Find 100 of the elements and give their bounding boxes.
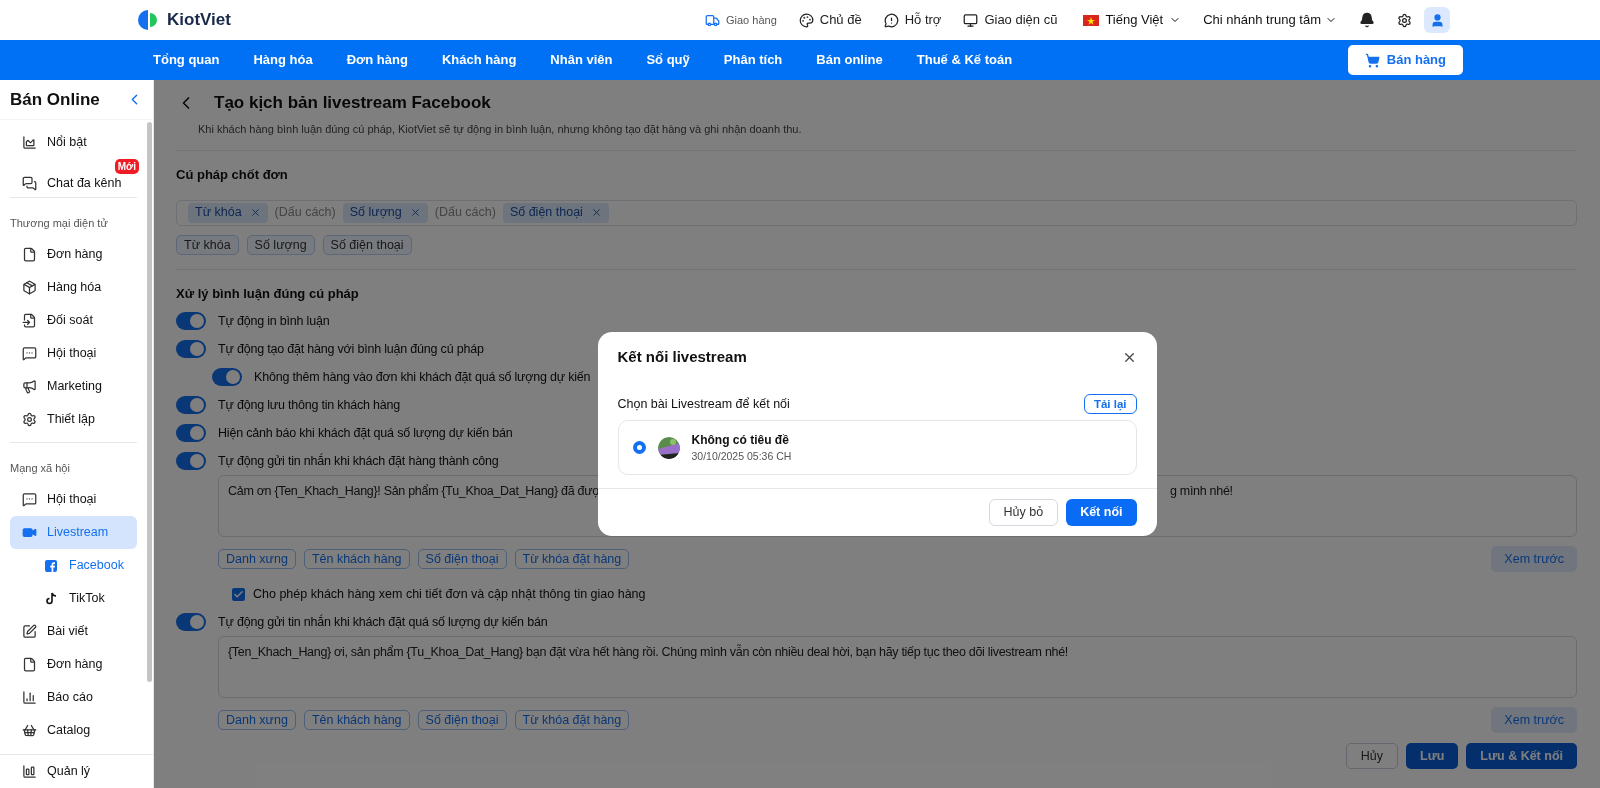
sidebar-item[interactable]: Nổi bật (10, 126, 137, 159)
nav-item[interactable]: Đơn hàng (346, 50, 408, 70)
nav-item[interactable]: Sổ quỹ (646, 50, 690, 70)
sidebar-item[interactable]: Thiết lập (10, 403, 137, 436)
setting-label: Tự động in bình luận (218, 312, 330, 330)
footer-button[interactable]: Lưu & Kết nối (1466, 743, 1577, 769)
reload-button[interactable]: Tải lại (1083, 394, 1137, 415)
sidebar-title: Bán Online (10, 88, 100, 111)
sidebar-item[interactable]: Đơn hàng (10, 238, 137, 271)
sidebar-item[interactable]: Hội thoại (10, 337, 137, 370)
remove-icon[interactable] (409, 207, 421, 218)
toggle-switch[interactable] (176, 312, 206, 330)
nav-item[interactable]: Tổng quan (153, 50, 220, 70)
sidebar-subitem[interactable]: TikTok (10, 582, 137, 615)
header-link[interactable]: Giao diện cũ (963, 10, 1058, 30)
message-text: g mình nhé! (1170, 483, 1233, 500)
syntax-token: Từ khóa (195, 204, 242, 222)
toggle-switch[interactable] (176, 424, 206, 442)
toggle-switch[interactable] (176, 396, 206, 414)
chat-icon (22, 175, 37, 191)
monitor-icon (963, 12, 979, 28)
branch-select[interactable]: Chi nhánh trung tâm (1203, 10, 1337, 30)
music-note-icon (45, 592, 57, 605)
sidebar-item[interactable]: Chat đa kênh (10, 171, 137, 195)
suggestion-chip[interactable]: Từ khóa (176, 234, 239, 255)
remove-icon[interactable] (249, 207, 261, 218)
livestream-option[interactable]: Không có tiêu đề 30/10/2025 05:36 CH (617, 420, 1137, 476)
variable-chip[interactable]: Số điện thoại (417, 710, 507, 730)
syntax-token: Số điện thoại (509, 204, 583, 222)
toggle-switch[interactable] (176, 613, 206, 631)
avatar-icon[interactable] (1424, 7, 1450, 33)
header-link[interactable]: Hỗ trợ (883, 10, 942, 30)
sidebar-item[interactable]: Catalog (10, 714, 137, 747)
sidebar-section-heading: Mạng xã hội (10, 462, 70, 474)
sidebar-item[interactable]: Báo cáo (10, 681, 137, 714)
nav-item[interactable]: Hàng hóa (253, 50, 313, 70)
setting-label: Tự động lưu thông tin khách hàng (218, 396, 400, 414)
logo-text[interactable]: KiotViet (167, 7, 231, 33)
nav-item[interactable]: Phân tích (723, 50, 783, 70)
setting-label: Tự động gửi tin nhắn khi khách đặt hàng thành công (218, 452, 499, 470)
checkbox[interactable] (232, 587, 245, 601)
notification-icon[interactable] (1359, 12, 1375, 28)
settings-icon (22, 412, 37, 427)
nav-item[interactable]: Nhân viên (550, 50, 613, 70)
nav-item[interactable]: Thuế & Kế toán (916, 50, 1013, 70)
scrollbar[interactable] (147, 122, 152, 682)
suggestion-chip[interactable]: Số điện thoại (322, 234, 412, 255)
toggle-switch[interactable] (212, 368, 242, 386)
palette-icon (798, 12, 814, 28)
language-select[interactable]: Tiếng Việt (1083, 10, 1182, 30)
help-icon (883, 12, 899, 28)
variable-chip[interactable]: Tên khách hàng (303, 549, 410, 569)
sidebar-item[interactable]: Đối soát (10, 304, 137, 337)
header-link[interactable]: Giao hàng (705, 11, 777, 29)
remove-icon[interactable] (590, 207, 602, 218)
sell-button[interactable]: Bán hàng (1347, 45, 1463, 75)
modal-title: Kết nối livestream (617, 346, 747, 367)
syntax-token: Số lượng (349, 204, 402, 222)
modal-prompt: Chọn bài Livestream để kết nối (617, 395, 790, 413)
new-badge: Mới (114, 159, 139, 174)
nav-item[interactable]: Bán online (816, 50, 883, 70)
variable-chip[interactable]: Từ khóa đặt hàng (514, 549, 630, 569)
sidebar-item[interactable]: Livestream (10, 516, 137, 549)
sidebar-item[interactable]: Hàng hóa (10, 271, 137, 304)
nav-item[interactable]: Khách hàng (441, 50, 517, 70)
sidebar-item[interactable]: Hội thoại (10, 483, 137, 516)
sidebar-item[interactable]: Quản lý (47, 762, 91, 781)
document-icon (22, 657, 37, 672)
footer-button[interactable]: Hủy (1345, 743, 1398, 769)
truck-icon (705, 12, 720, 28)
sidebar-item[interactable]: Marketing (10, 370, 137, 403)
variable-chip[interactable]: Từ khóa đặt hàng (514, 710, 630, 730)
toggle-switch[interactable] (176, 452, 206, 470)
description: Khi khách hàng bình luận đúng cú pháp, KiotViet sẽ tự động in bình luận, nhưng không tạo đặt hàng và ghi nhận doanh thu. (197, 122, 803, 136)
message-field[interactable]: {Ten_Khach_Hang} ơi, sản phẩm {Tu_Khoa_Dat_Hang} bạn đặt vừa hết hàng rồi. Chúng mình vẫn còn nhiều deal hời, bạn hãy tiếp tục theo dõi livestream nhé! (218, 636, 1577, 698)
suggestion-chip[interactable]: Số lượng (246, 234, 315, 255)
sidebar-subitem[interactable]: Facebook (10, 549, 137, 582)
sidebar-item[interactable]: Bài viết (10, 615, 137, 648)
section-heading: Xử lý bình luận đúng cú pháp (176, 284, 360, 303)
page-title: Tạo kịch bản livestream Facebook (214, 92, 491, 115)
variable-chip[interactable]: Danh xưng (218, 549, 296, 569)
flag-icon (1083, 14, 1100, 26)
preview-button[interactable]: Xem trước (1491, 546, 1577, 572)
settings-icon[interactable] (1397, 12, 1412, 28)
edit-icon (22, 624, 37, 639)
variable-chip[interactable]: Tên khách hàng (303, 710, 410, 730)
header-link[interactable]: Chủ đề (798, 10, 862, 30)
syntax-field[interactable]: Từ khóa (Dấu cách) Số lượng (Dấu cách) Số điện thoại (176, 199, 1577, 226)
facebook-icon (45, 559, 57, 572)
variable-chip[interactable]: Danh xưng (218, 710, 296, 730)
chart-icon (22, 135, 37, 150)
footer-button[interactable]: Lưu (1406, 743, 1459, 769)
livestream-time: 30/10/2025 05:36 CH (691, 448, 792, 464)
chat-icon (22, 492, 37, 507)
variable-chip[interactable]: Số điện thoại (417, 549, 507, 569)
toggle-switch[interactable] (176, 340, 206, 358)
radio-button[interactable] (632, 441, 646, 455)
preview-button[interactable]: Xem trước (1491, 707, 1577, 733)
sidebar-item[interactable]: Đơn hàng (10, 648, 137, 681)
livestream-title: Không có tiêu đề (691, 431, 790, 449)
